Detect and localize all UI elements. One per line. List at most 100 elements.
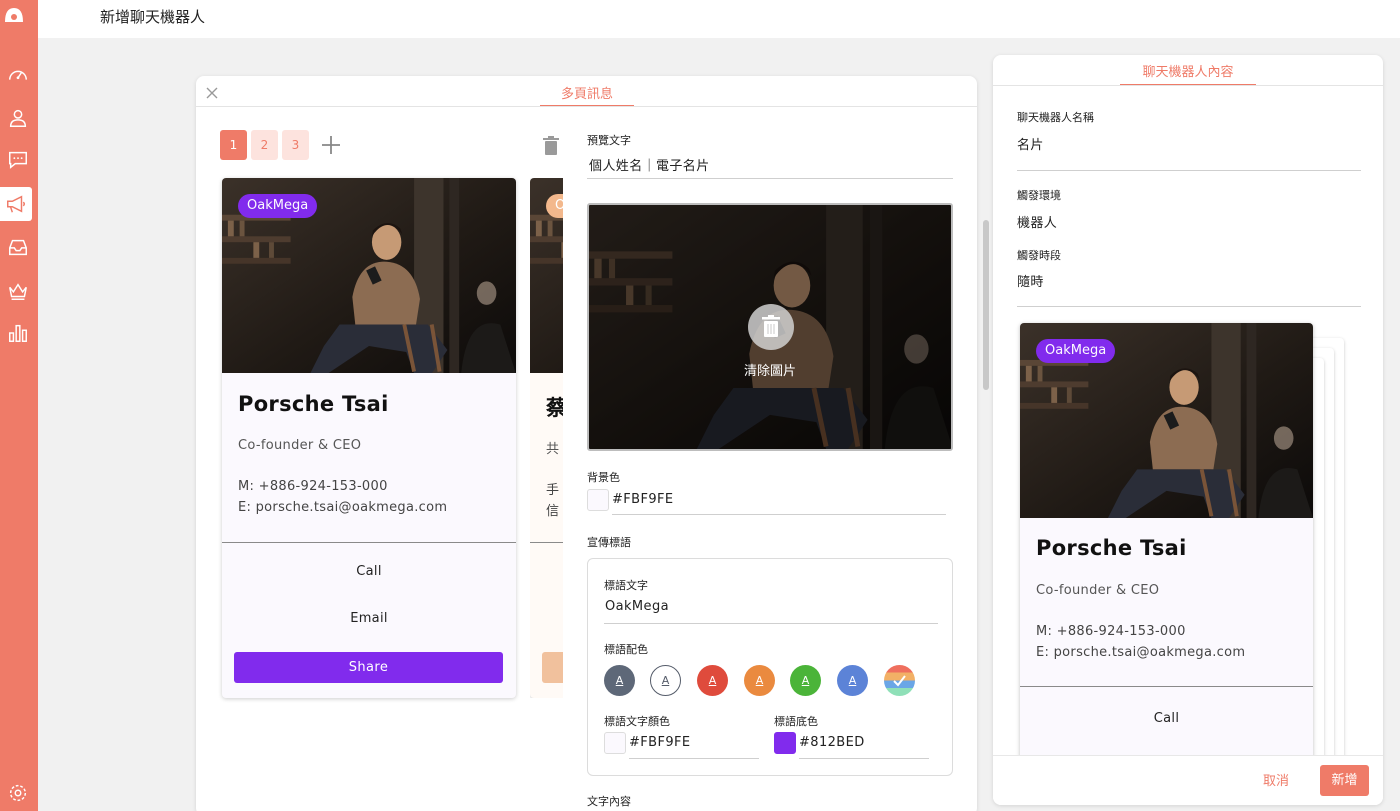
dashboard-icon[interactable] [4,61,32,89]
slogan-palette-label: 標語配色 [604,643,648,656]
slogan-text-input[interactable]: OakMega [605,599,669,614]
editor-scrollbar[interactable] [983,220,989,390]
card-mobile: M: +886-924-153-000 [1036,624,1186,639]
palette-orange[interactable]: A [744,665,775,696]
cancel-button[interactable]: 取消 [1263,770,1289,789]
divider [530,542,563,543]
chat-icon[interactable] [4,146,32,174]
image-upload[interactable]: 清除圖片 [587,203,953,451]
card-mobile: M: +886-924-153-000 [238,479,388,494]
preview-card[interactable]: OakMega Porsche Tsai Co-founder & CEO M:… [1020,323,1313,805]
page-button-2[interactable]: 2 [251,130,278,160]
slogan-bg-input[interactable]: #812BED [799,735,865,750]
palette-green[interactable]: A [790,665,821,696]
panel-footer: 取消 新增 [993,755,1383,805]
bg-color-swatch[interactable] [587,489,609,511]
clear-image-label: 清除圖片 [743,364,796,379]
card-name: Porsche Tsai [1036,536,1187,560]
palette-white[interactable]: A [650,665,681,696]
trigger-env-value: 機器人 [1017,216,1058,231]
slogan-text-color-label: 標語文字顏色 [604,715,670,728]
palette-blue[interactable]: A [837,665,868,696]
user-icon[interactable] [4,104,32,132]
card-bubble-2[interactable]: O 蔡 共 手 信 [530,178,563,698]
top-bar: 新增聊天機器人 [38,0,1400,38]
trigger-env-label: 觸發環境 [1017,189,1061,202]
palette-red[interactable]: A [697,665,728,696]
bg-color-input[interactable]: #FBF9FE [612,492,674,507]
logo-icon[interactable] [3,4,25,26]
card-email: 信 [546,504,560,519]
slogan-settings: 標語文字 OakMega 標語配色 A A A A A A 標語文字顏色 #FB… [587,558,953,776]
divider [629,758,759,759]
card-role: Co-founder & CEO [238,438,362,453]
palette-custom-selected[interactable] [884,665,915,696]
palette-gray[interactable]: A [604,665,635,696]
add-page-icon[interactable] [319,133,343,157]
card-bubble-1[interactable]: OakMega Porsche Tsai Co-founder & CEO M:… [222,178,516,698]
page-title: 新增聊天機器人 [100,8,206,26]
card-name: Porsche Tsai [238,392,389,416]
divider [222,542,516,543]
trigger-period-value: 隨時 [1017,275,1044,290]
slogan-text-color-swatch[interactable] [604,732,626,754]
divider [1017,306,1361,307]
bg-color-label: 背景色 [587,471,620,484]
inbox-icon[interactable] [4,233,32,261]
divider [587,178,953,179]
clear-image-button[interactable] [748,304,794,350]
call-button[interactable]: Call [1020,711,1313,726]
share-button[interactable]: Share [234,652,503,683]
card-role: 共 [546,442,560,457]
card-email: E: porsche.tsai@oakmega.com [238,500,448,515]
page-button-3[interactable]: 3 [282,130,309,160]
crown-icon[interactable] [4,277,32,305]
checkmark-icon [893,675,906,687]
slogan-badge: OakMega [1036,339,1116,363]
divider [612,514,946,515]
card-email: E: porsche.tsai@oakmega.com [1036,645,1246,660]
trash-icon[interactable] [542,136,560,156]
tab-multi-page-message[interactable]: 多頁訊息 [540,80,634,106]
call-button[interactable]: Call [222,564,516,579]
settings-icon[interactable] [4,779,32,807]
divider [1020,686,1313,687]
preview-text-input[interactable]: 個人姓名｜電子名片 [589,155,710,174]
divider [993,85,1383,86]
page-button-1[interactable]: 1 [220,130,247,160]
slogan-text-label: 標語文字 [604,579,648,592]
sidebar [0,0,38,811]
slogan-text-color-input[interactable]: #FBF9FE [629,735,691,750]
page-selector: 1 2 3 [220,130,343,160]
palette-white-glyph: A [661,674,670,687]
chatbot-name-label: 聊天機器人名稱 [1017,111,1094,124]
divider [799,758,929,759]
text-content-label: 文字內容 [587,795,631,808]
preview-panel: 聊天機器人內容 聊天機器人名稱 名片 觸發環境 機器人 觸發時段 隨時 OakM… [993,55,1383,805]
trash-icon [762,315,780,337]
palette-gray-glyph: A [615,674,624,687]
slogan-bg-label: 標語底色 [774,715,818,728]
trigger-period-label: 觸發時段 [1017,249,1061,262]
divider [1017,170,1361,171]
palette-blue-glyph: A [848,674,857,687]
card-role: Co-founder & CEO [1036,583,1160,598]
slogan-section-label: 宣傳標語 [587,536,631,549]
email-button[interactable]: Email [222,611,516,626]
tab-chatbot-content[interactable]: 聊天機器人內容 [1120,59,1256,85]
slogan-badge: OakMega [238,194,318,218]
bar-chart-icon[interactable] [4,319,32,347]
divider [196,106,977,107]
megaphone-icon[interactable] [0,187,32,221]
submit-button[interactable]: 新增 [1320,765,1369,796]
editor-card: 多頁訊息 1 2 3 OakMega Porsche Tsai Co-found… [196,76,977,811]
card-mobile: 手 [546,483,560,498]
divider [604,623,938,624]
share-button[interactable] [542,652,563,683]
palette-green-glyph: A [801,674,810,687]
chatbot-name-value: 名片 [1017,138,1044,153]
preview-text-label: 預覽文字 [587,134,631,147]
slogan-bg-swatch[interactable] [774,732,796,754]
close-icon[interactable] [205,85,219,99]
palette-red-glyph: A [708,674,717,687]
